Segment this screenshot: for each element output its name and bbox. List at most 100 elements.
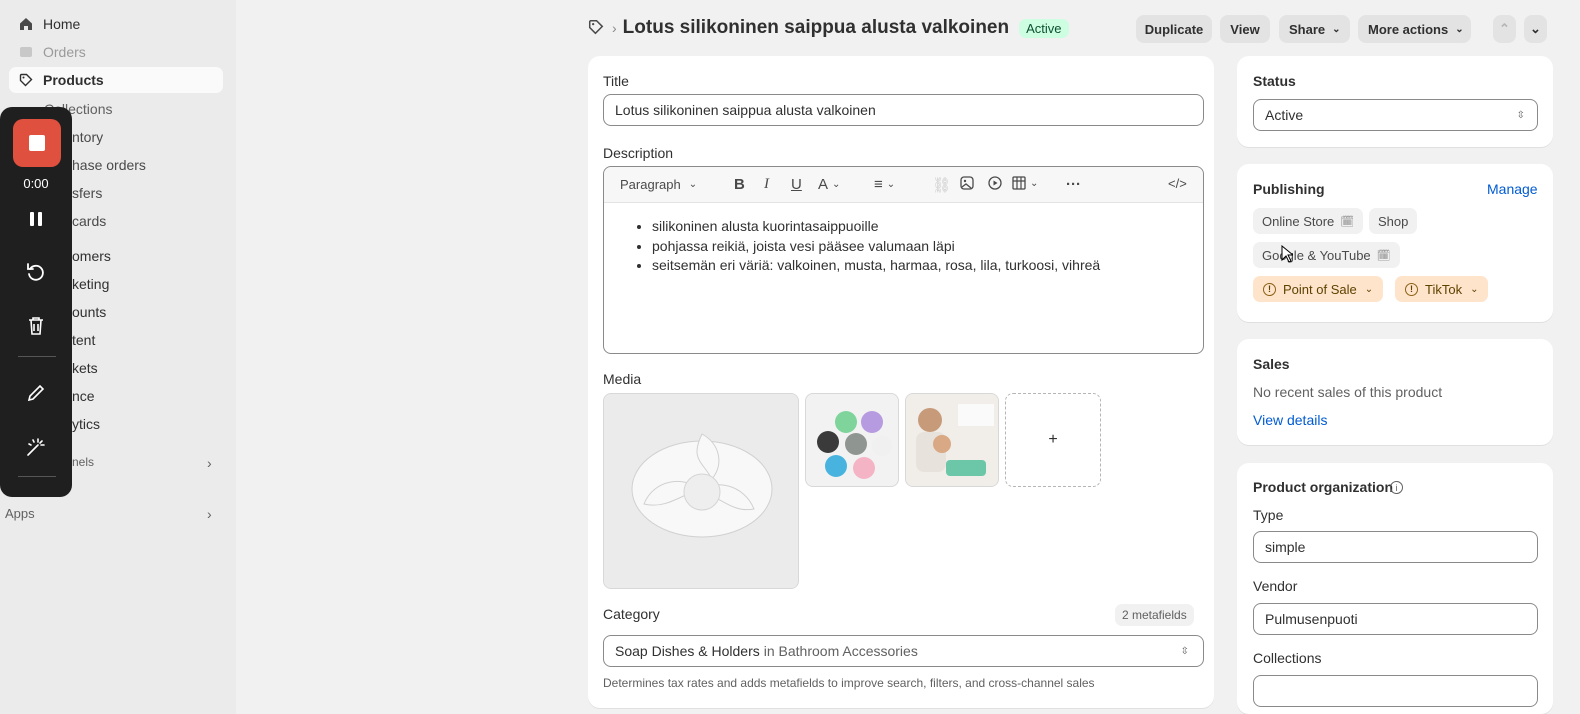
channel-chip-online-store[interactable]: Online Store 🗓 <box>1253 208 1364 234</box>
page-title: Lotus silikoninen saippua alusta valkoin… <box>622 17 1010 38</box>
sidebar-item-products[interactable]: Products <box>9 67 223 93</box>
channel-chip-tiktok[interactable]: ! TikTok ⌄ <box>1395 276 1489 302</box>
restart-button[interactable] <box>22 258 50 286</box>
sidebar-item-inventory[interactable]: ntory <box>72 129 103 145</box>
image-icon[interactable] <box>960 176 974 190</box>
more-actions-label: More actions <box>1368 21 1449 37</box>
info-icon[interactable]: i <box>1390 481 1403 494</box>
stop-icon <box>29 135 45 151</box>
channel-label: Google & YouTube <box>1262 247 1371 263</box>
pause-button[interactable] <box>22 205 50 233</box>
chevron-down-icon: ⌄ <box>688 179 698 190</box>
sidebar-item-transfers[interactable]: sfers <box>72 185 102 201</box>
channel-label: Online Store <box>1262 213 1335 229</box>
link-icon[interactable]: ⛓ <box>932 176 951 194</box>
video-icon[interactable] <box>988 176 1002 190</box>
pause-icon <box>30 212 42 226</box>
title-input[interactable]: Lotus silikoninen saippua alusta valkoin… <box>603 94 1204 126</box>
more-icon[interactable]: ··· <box>1066 176 1081 193</box>
more-actions-button[interactable]: More actions ⌄ <box>1358 15 1471 43</box>
next-product-button[interactable]: ⌄ <box>1524 15 1547 43</box>
sidebar-item-purchase-orders[interactable]: hase orders <box>72 157 146 173</box>
chevron-down-icon: ⌄ <box>1364 283 1374 295</box>
text-color-icon[interactable]: A ⌄ <box>818 176 840 193</box>
media-image-lifestyle[interactable] <box>905 393 999 487</box>
sidebar-item-apps[interactable]: Apps <box>5 506 35 521</box>
effects-button[interactable] <box>22 433 50 461</box>
align-icon[interactable]: ≡ ⌄ <box>874 176 895 193</box>
status-badge: Active <box>1019 18 1069 38</box>
description-bullet: pohjassa reikiä, joista vesi pääsee valu… <box>652 237 1100 257</box>
sidebar-item-gift-cards[interactable]: cards <box>72 213 106 229</box>
sidebar-item-marketing[interactable]: keting <box>72 276 109 292</box>
chevron-down-icon: ⌄ <box>1455 23 1464 35</box>
title-label: Title <box>603 73 629 89</box>
sidebar-item-label: Orders <box>43 44 86 60</box>
sidebar-item-label: Home <box>43 16 81 32</box>
tag-icon[interactable] <box>588 19 604 38</box>
channel-chip-point-of-sale[interactable]: ! Point of Sale ⌄ <box>1253 276 1384 302</box>
view-button[interactable]: View <box>1220 15 1270 43</box>
collections-input[interactable] <box>1253 675 1538 707</box>
sales-text: No recent sales of this product <box>1253 384 1443 400</box>
paragraph-label: Paragraph <box>620 177 681 192</box>
sidebar-item-analytics[interactable]: ytics <box>72 416 100 432</box>
share-label: Share <box>1289 21 1326 37</box>
lifestyle-photo-image <box>906 394 998 486</box>
channel-label: Point of Sale <box>1283 281 1357 297</box>
stop-recording-button[interactable] <box>13 119 61 167</box>
sidebar-item-content[interactable]: tent <box>72 332 95 348</box>
sidebar-item-markets[interactable]: kets <box>72 360 98 376</box>
mouse-cursor-icon <box>1281 245 1293 263</box>
description-label: Description <box>603 145 674 161</box>
warning-icon: ! <box>1263 282 1276 296</box>
sparkle-icon <box>27 438 45 456</box>
italic-icon[interactable]: I <box>764 176 769 193</box>
media-image-colors[interactable] <box>805 393 899 487</box>
soap-dish-white-image <box>604 394 798 588</box>
table-icon[interactable]: ⌄ <box>1012 176 1038 190</box>
collections-label: Collections <box>1253 650 1322 666</box>
code-view-icon[interactable]: </> <box>1168 176 1187 191</box>
paragraph-format-dropdown[interactable]: Paragraph ⌄ <box>620 177 697 192</box>
sidebar-item-discounts[interactable]: ounts <box>72 304 106 320</box>
duplicate-button[interactable]: Duplicate <box>1136 15 1212 43</box>
manage-link[interactable]: Manage <box>1487 181 1538 197</box>
description-bullet: seitsemän eri väriä: valkoinen, musta, h… <box>652 256 1100 276</box>
delete-recording-button[interactable] <box>22 312 50 340</box>
chevron-right-icon[interactable]: › <box>207 455 212 471</box>
share-button[interactable]: Share ⌄ <box>1279 15 1350 43</box>
channel-chip-google-youtube[interactable]: Google & YouTube 🗓 <box>1253 242 1400 268</box>
view-details-link[interactable]: View details <box>1253 412 1327 428</box>
category-select[interactable]: Soap Dishes & Holders in Bathroom Access… <box>603 635 1204 667</box>
sidebar-item-finance[interactable]: nce <box>72 388 95 404</box>
sales-label: Sales <box>1253 356 1290 372</box>
underline-icon[interactable]: U <box>791 176 802 193</box>
add-media-button[interactable]: + <box>1005 393 1101 487</box>
chevron-right-icon[interactable]: › <box>207 506 212 522</box>
type-input[interactable]: simple <box>1253 531 1538 563</box>
calendar-clock-icon: 🗓 <box>1376 249 1391 262</box>
sidebar-item-home[interactable]: Home <box>9 11 223 37</box>
channel-chip-shop[interactable]: Shop <box>1369 208 1418 234</box>
status-select[interactable]: Active ⇳ <box>1253 99 1538 131</box>
page-header: › Lotus silikoninen saippua alusta valko… <box>588 14 1069 42</box>
sidebar-item-customers[interactable]: omers <box>72 248 111 264</box>
previous-product-button[interactable]: ⌃ <box>1493 15 1516 43</box>
bold-icon[interactable]: B <box>734 176 745 193</box>
category-help-text: Determines tax rates and adds metafields… <box>603 676 1095 690</box>
screen-recorder-panel: 0:00 <box>0 107 72 497</box>
metafields-badge[interactable]: 2 metafields <box>1115 604 1194 626</box>
recording-timer: 0:00 <box>23 176 49 191</box>
publishing-label: Publishing <box>1253 181 1325 197</box>
sidebar-item-orders[interactable]: Orders <box>9 39 223 65</box>
vendor-input[interactable]: Pulmusenpuoti <box>1253 603 1538 635</box>
draw-button[interactable] <box>22 379 50 407</box>
category-label: Category <box>603 606 660 622</box>
sidebar-item-sales-channels[interactable]: nels <box>72 455 94 469</box>
calendar-clock-icon: 🗓 <box>1340 215 1355 228</box>
status-value: Active <box>1265 107 1304 123</box>
channel-label: Shop <box>1378 213 1409 229</box>
media-image-main[interactable] <box>603 393 799 589</box>
chevron-up-icon: ⌃ <box>1499 21 1510 36</box>
